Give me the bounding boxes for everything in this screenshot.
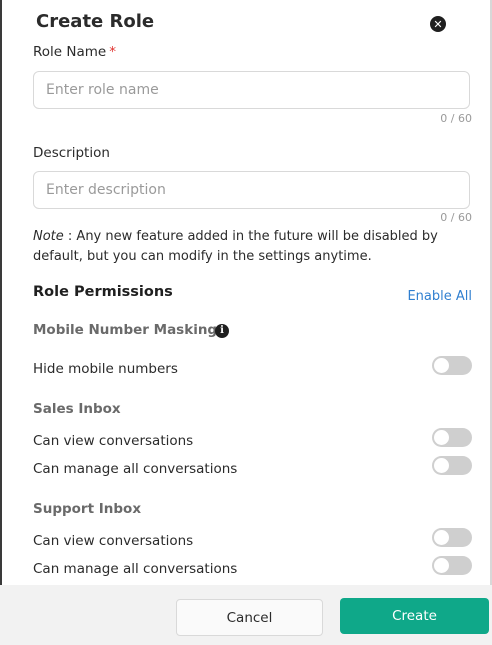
role-name-label: Role Name *	[33, 44, 116, 60]
perm-support-manage-all-conversations: Can manage all conversations	[33, 561, 238, 577]
cancel-button[interactable]: Cancel	[176, 599, 323, 636]
toggle-knob	[434, 458, 449, 473]
description-input[interactable]	[33, 171, 470, 209]
close-icon[interactable]: ✕	[430, 16, 446, 32]
note-prefix: Note	[33, 229, 64, 244]
description-label: Description	[33, 145, 110, 161]
toggle-knob	[434, 358, 449, 373]
toggle-knob	[434, 558, 449, 573]
section-mobile-number-masking: Mobile Number Masking	[33, 322, 218, 338]
toggle-sales-manage-all-conversations[interactable]	[432, 456, 472, 475]
role-name-input[interactable]	[33, 71, 470, 109]
role-name-char-counter: 0 / 60	[440, 112, 472, 125]
toggle-hide-mobile-numbers[interactable]	[432, 356, 472, 375]
note-body: : Any new feature added in the future wi…	[33, 229, 438, 264]
toggle-support-manage-all-conversations[interactable]	[432, 556, 472, 575]
modal-title: Create Role	[36, 11, 155, 32]
perm-sales-manage-all-conversations: Can manage all conversations	[33, 461, 238, 477]
toggle-support-view-conversations[interactable]	[432, 528, 472, 547]
required-mark: *	[109, 44, 116, 60]
perm-support-view-conversations: Can view conversations	[33, 533, 194, 549]
toggle-knob	[434, 530, 449, 545]
perm-sales-view-conversations: Can view conversations	[33, 433, 194, 449]
description-char-counter: 0 / 60	[440, 211, 472, 224]
create-role-modal: Create Role ✕ Role Name* 0 / 60 Descript…	[0, 0, 492, 645]
role-name-label-text: Role Name	[33, 44, 107, 60]
section-sales-inbox: Sales Inbox	[33, 401, 121, 417]
toggle-knob	[434, 430, 449, 445]
section-support-inbox: Support Inbox	[33, 501, 142, 517]
create-button[interactable]: Create	[340, 598, 489, 634]
role-permissions-title: Role Permissions	[33, 284, 173, 300]
info-icon[interactable]: i	[215, 324, 229, 338]
perm-hide-mobile-numbers: Hide mobile numbers	[33, 361, 178, 377]
note-text: Note : Any new feature added in the futu…	[33, 227, 453, 267]
enable-all-link[interactable]: Enable All	[407, 289, 472, 304]
toggle-sales-view-conversations[interactable]	[432, 428, 472, 447]
